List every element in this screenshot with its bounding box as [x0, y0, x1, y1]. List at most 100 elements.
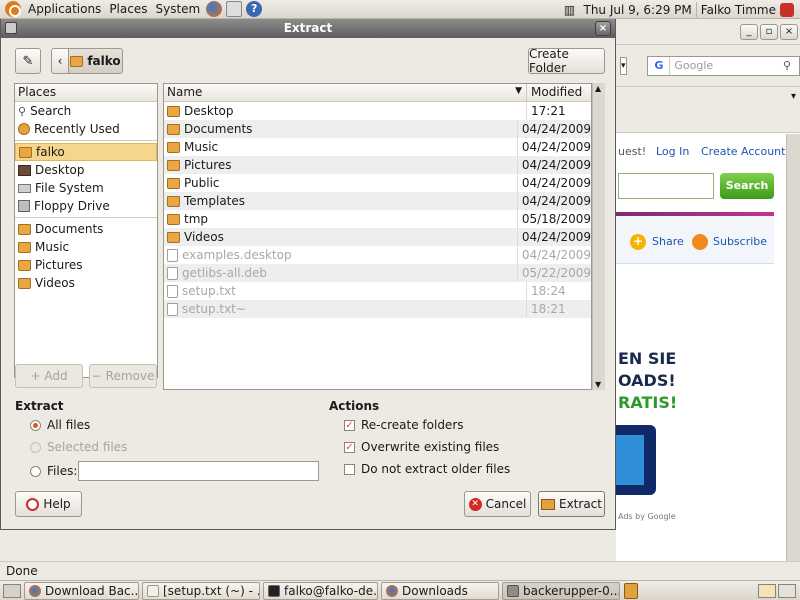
- bookmark-item-music[interactable]: Music: [15, 238, 157, 256]
- help-launcher-icon[interactable]: ?: [246, 1, 263, 17]
- table-row[interactable]: getlibs-all.deb 05/22/2009: [164, 264, 591, 282]
- table-row[interactable]: Desktop 17:21: [164, 102, 591, 120]
- files-radio[interactable]: Files:: [30, 464, 77, 478]
- minimize-button[interactable]: _: [740, 23, 758, 40]
- bookmark-item-videos[interactable]: Videos: [15, 274, 157, 292]
- share-link[interactable]: Share: [652, 235, 684, 248]
- login-link[interactable]: Log In: [656, 145, 689, 158]
- maximize-button[interactable]: ▫: [760, 23, 778, 40]
- archive-icon[interactable]: [624, 582, 638, 599]
- divider: [15, 217, 157, 218]
- modified-column-header[interactable]: Modified: [527, 84, 586, 101]
- rss-icon[interactable]: [692, 234, 708, 250]
- radio-unselected[interactable]: [30, 465, 41, 477]
- close-button[interactable]: ×: [780, 23, 798, 40]
- table-row[interactable]: tmp 05/18/2009: [164, 210, 591, 228]
- ad-image[interactable]: [616, 425, 656, 495]
- table-row[interactable]: Public 04/24/2009: [164, 174, 591, 192]
- type-location-button[interactable]: ✎: [15, 48, 41, 74]
- path-button-falko[interactable]: falko: [68, 48, 123, 74]
- ads-by-google[interactable]: Ads by Google: [618, 512, 676, 521]
- help-button[interactable]: Help: [15, 491, 82, 517]
- bookmark-item-documents[interactable]: Documents: [15, 220, 157, 238]
- share-icon[interactable]: +: [630, 234, 646, 250]
- file-name: Public: [184, 176, 220, 190]
- place-item-desktop[interactable]: Desktop: [15, 161, 157, 179]
- place-item-recently-used[interactable]: Recently Used: [15, 120, 157, 138]
- mail-launcher-icon[interactable]: [226, 1, 243, 17]
- table-row[interactable]: Templates 04/24/2009: [164, 192, 591, 210]
- name-cell: Templates: [164, 192, 518, 210]
- panel-user[interactable]: Falko Timme: [697, 0, 780, 19]
- extract-button[interactable]: Extract: [538, 491, 605, 517]
- checkbox-checked[interactable]: ✓: [344, 419, 355, 431]
- cancel-button[interactable]: ✕ Cancel: [464, 491, 531, 517]
- subscribe-link[interactable]: Subscribe: [713, 235, 767, 248]
- selected-files-radio[interactable]: Selected files: [30, 440, 127, 454]
- table-row[interactable]: Music 04/24/2009: [164, 138, 591, 156]
- name-cell: Desktop: [164, 102, 527, 120]
- scroll-down-icon[interactable]: ▼: [595, 380, 601, 389]
- browser-scrollbar[interactable]: [786, 134, 800, 561]
- name-column-header[interactable]: Name ▼: [164, 84, 527, 101]
- all-files-radio[interactable]: All files: [30, 418, 90, 432]
- places-header[interactable]: Places: [15, 84, 157, 102]
- place-label: File System: [35, 181, 104, 195]
- files-pattern-input[interactable]: [78, 461, 319, 481]
- task-button-archive[interactable]: backerupper-0....: [502, 581, 620, 600]
- dialog-close-icon[interactable]: ×: [595, 21, 611, 36]
- add-bookmark-button[interactable]: + Add: [15, 364, 83, 388]
- table-row[interactable]: Videos 04/24/2009: [164, 228, 591, 246]
- table-row[interactable]: Documents 04/24/2009: [164, 120, 591, 138]
- remove-bookmark-button[interactable]: − Remove: [89, 364, 157, 388]
- network-icon[interactable]: ▥: [560, 0, 580, 19]
- bookmark-item-pictures[interactable]: Pictures: [15, 256, 157, 274]
- menu-system[interactable]: System: [151, 0, 204, 19]
- shutdown-icon[interactable]: [780, 2, 794, 17]
- recreate-folders-checkbox[interactable]: ✓ Re-create folders: [344, 418, 464, 432]
- task-button-terminal[interactable]: falko@falko-de...: [263, 581, 378, 600]
- menu-applications[interactable]: Applications: [24, 0, 105, 19]
- window-menu-icon[interactable]: [5, 22, 17, 34]
- files-scrollbar[interactable]: ▲ ▼: [592, 83, 605, 390]
- radio-disabled[interactable]: [30, 441, 41, 453]
- dialog-titlebar[interactable]: Extract ×: [1, 19, 615, 38]
- name-cell: setup.txt~: [164, 300, 527, 318]
- page-search-button[interactable]: Search: [720, 173, 774, 199]
- chevron-down-icon[interactable]: ▾: [791, 91, 796, 102]
- create-folder-button[interactable]: Create Folder: [528, 47, 605, 75]
- task-button-downloads[interactable]: Downloads: [381, 581, 499, 600]
- create-account-link[interactable]: Create Account: [701, 145, 785, 158]
- panel-clock[interactable]: Thu Jul 9, 6:29 PM: [580, 0, 696, 19]
- table-row[interactable]: setup.txt 18:24: [164, 282, 591, 300]
- page-search-input[interactable]: [618, 173, 714, 199]
- show-desktop-icon[interactable]: [3, 583, 21, 598]
- browser-search-box[interactable]: G Google ⚲: [647, 55, 800, 76]
- place-item-file-system[interactable]: File System: [15, 179, 157, 197]
- no-older-checkbox[interactable]: Do not extract older files: [344, 462, 510, 476]
- overwrite-checkbox[interactable]: ✓ Overwrite existing files: [344, 440, 499, 454]
- place-item-falko[interactable]: falko: [15, 143, 157, 161]
- place-item-floppy-drive[interactable]: Floppy Drive: [15, 197, 157, 215]
- table-row[interactable]: setup.txt~ 18:21: [164, 300, 591, 318]
- task-label: backerupper-0....: [523, 583, 620, 598]
- task-button-editor[interactable]: [setup.txt (~) - ...: [142, 581, 260, 600]
- menu-places[interactable]: Places: [105, 0, 151, 19]
- ubuntu-logo-icon[interactable]: [5, 1, 21, 17]
- dropdown-arrow-icon[interactable]: ▾: [620, 56, 628, 75]
- folder-icon: [18, 241, 31, 253]
- radio-selected[interactable]: [30, 419, 41, 431]
- scroll-up-icon[interactable]: ▲: [595, 84, 601, 93]
- place-item-search[interactable]: ⚲ Search: [15, 102, 157, 120]
- search-icon[interactable]: ⚲: [783, 59, 799, 72]
- workspace-switcher[interactable]: [758, 583, 796, 598]
- task-button-firefox[interactable]: Download Bac...: [24, 581, 139, 600]
- table-row[interactable]: Pictures 04/24/2009: [164, 156, 591, 174]
- workspace-2[interactable]: [778, 583, 796, 598]
- firefox-launcher-icon[interactable]: [206, 1, 223, 17]
- checkbox-unchecked[interactable]: [344, 463, 355, 475]
- checkbox-checked[interactable]: ✓: [344, 441, 355, 453]
- workspace-1[interactable]: [758, 583, 776, 598]
- path-back-button[interactable]: ‹: [51, 48, 69, 74]
- table-row[interactable]: examples.desktop 04/24/2009: [164, 246, 591, 264]
